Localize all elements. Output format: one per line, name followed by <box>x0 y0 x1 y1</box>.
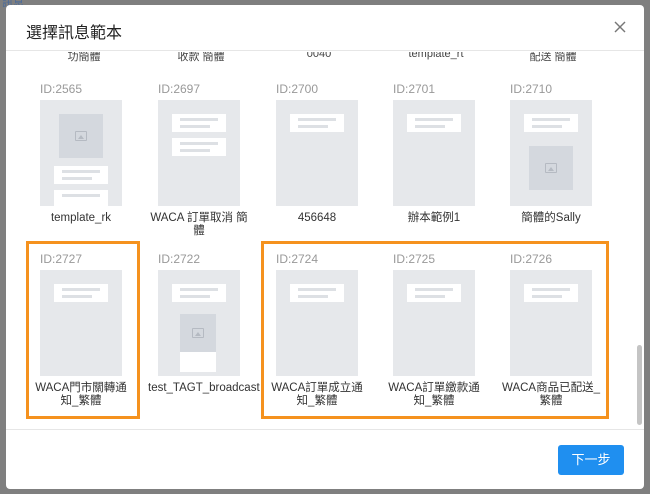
template-thumbnail <box>393 100 475 206</box>
template-card[interactable]: ID:2697 WACA 訂單取消 簡體 <box>150 82 278 237</box>
text-block <box>172 114 226 132</box>
template-name: test_TAGT_broadcast <box>148 382 260 394</box>
template-id: ID:2710 <box>510 82 553 96</box>
scrollbar[interactable] <box>637 345 642 425</box>
text-block <box>54 166 108 184</box>
template-id: ID:2565 <box>40 82 83 96</box>
template-card[interactable]: ID:2565 template_rk <box>40 82 160 232</box>
modal-footer: 下一步 <box>6 429 644 489</box>
template-card[interactable]: ID:2700 456648 <box>276 82 396 232</box>
template-thumbnail <box>276 100 358 206</box>
template-name: 收款 簡體 <box>177 52 225 63</box>
template-name: 0040 <box>306 52 332 60</box>
template-select-modal: 選擇訊息範本 功簡體 收款 簡體 0040 template_rt 配送 簡體 … <box>6 5 644 489</box>
close-icon <box>614 21 626 33</box>
text-block <box>172 284 226 302</box>
highlight-box <box>261 241 609 419</box>
template-name: template_rk <box>50 212 112 224</box>
template-id: ID:2700 <box>276 82 319 96</box>
template-name: 456648 <box>297 212 337 224</box>
template-thumbnail <box>510 100 592 206</box>
text-block <box>290 114 344 132</box>
template-id: ID:2701 <box>393 82 436 96</box>
template-name: 功簡體 <box>67 52 101 63</box>
template-id: ID:2722 <box>158 252 201 266</box>
image-placeholder-icon <box>180 314 216 352</box>
modal-header: 選擇訊息範本 <box>6 5 644 51</box>
text-block <box>172 138 226 156</box>
template-thumbnail <box>40 100 122 206</box>
template-name: 配送 簡體 <box>529 52 577 63</box>
button-block <box>180 352 216 372</box>
text-block <box>407 114 461 132</box>
template-name: WACA 訂單取消 簡體 <box>150 212 248 237</box>
next-button[interactable]: 下一步 <box>558 445 624 475</box>
template-name: 簡體的Sally <box>521 212 581 224</box>
highlight-box <box>26 241 140 419</box>
modal-title: 選擇訊息範本 <box>26 25 123 42</box>
template-card[interactable]: ID:2710 簡體的Sally <box>510 82 630 232</box>
template-id: ID:2697 <box>158 82 201 96</box>
text-block <box>54 190 108 206</box>
image-placeholder-icon <box>529 146 573 190</box>
template-card[interactable]: ID:2701 辦本範例1 <box>393 82 513 232</box>
template-name: 辦本範例1 <box>407 212 461 224</box>
template-card[interactable]: ID:2722 test_TAGT_broadcast <box>148 252 278 402</box>
template-name: template_rt <box>408 52 464 60</box>
template-grid: 功簡體 收款 簡體 0040 template_rt 配送 簡體 ID:2565… <box>6 52 644 429</box>
template-thumbnail <box>158 270 240 376</box>
template-thumbnail <box>158 100 240 206</box>
close-button[interactable] <box>610 17 630 37</box>
text-block <box>524 114 578 132</box>
image-placeholder-icon <box>59 114 103 158</box>
